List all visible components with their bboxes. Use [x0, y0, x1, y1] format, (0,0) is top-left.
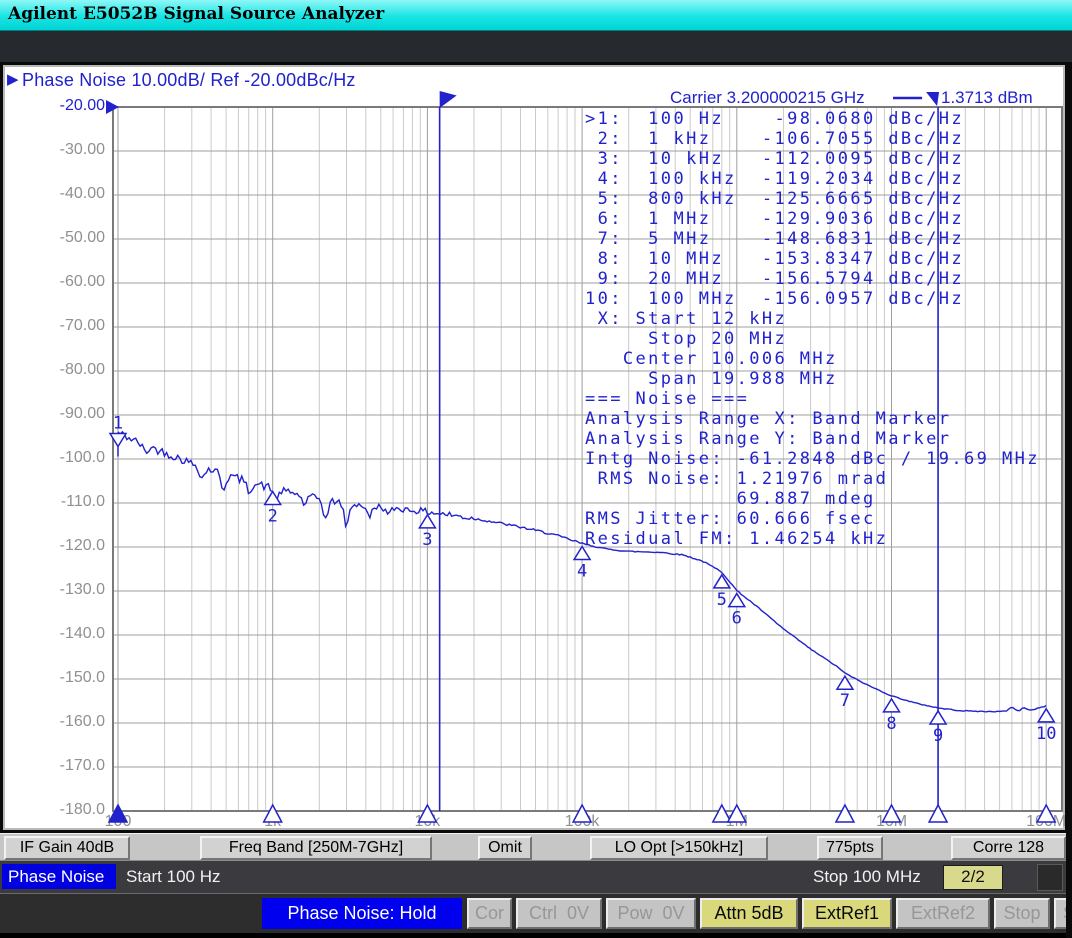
- state-ext-ref-1: ExtRef1: [802, 898, 892, 929]
- x-axis-label: 100M: [1011, 813, 1072, 831]
- menu-strip: [0, 31, 1072, 62]
- y-axis-label: -70.00: [28, 317, 105, 335]
- instrument-screen: Agilent E5052B Signal Source Analyzer ▶ …: [0, 0, 1072, 938]
- analysis-readout-line: Analysis Range Y: Band Marker: [585, 429, 1045, 449]
- analysis-readout-line: RMS Noise: 1.21976 mrad: [585, 469, 1045, 489]
- marker-readout-line: 6: 1 MHz -129.9036 dBc/Hz: [585, 209, 1045, 229]
- state-ext-ref-2: ExtRef2: [896, 898, 990, 929]
- softkey-if-gain[interactable]: IF Gain 40dB: [4, 836, 130, 860]
- y-axis-label: -40.00: [28, 185, 105, 203]
- marker-readout-line: 10: 100 MHz -156.0957 dBc/Hz: [585, 289, 1045, 309]
- marker-readout-line: 2: 1 kHz -106.7055 dBc/Hz: [585, 129, 1045, 149]
- marker-readout-line: >1: 100 Hz -98.0680 dBc/Hz: [585, 109, 1045, 129]
- window-title: Agilent E5052B Signal Source Analyzer: [8, 4, 384, 24]
- state-correction: Cor: [467, 898, 512, 929]
- measurement-mode-badge: Phase Noise: [2, 864, 116, 889]
- state-attenuator: Attn 5dB: [700, 898, 798, 929]
- analysis-readout-line: Center 10.006 MHz: [585, 349, 1045, 369]
- active-trace-arrow-icon: ▶: [7, 70, 19, 88]
- analysis-readout-line: Analysis Range X: Band Marker: [585, 409, 1045, 429]
- page-indicator: 2/2: [943, 865, 1003, 890]
- softkey-row: IF Gain 40dB Freq Band [250M-7GHz] Omit …: [0, 833, 1066, 861]
- softkey-lo-opt[interactable]: LO Opt [>150kHz]: [590, 836, 768, 860]
- analysis-readout-line: 69.887 mdeg: [585, 489, 1045, 509]
- status-corner-box: [1037, 864, 1063, 891]
- y-axis-label: -140.0: [28, 625, 105, 643]
- sweep-start-readout: Start 100 Hz: [126, 867, 221, 887]
- analysis-readout-line: Stop 20 MHz: [585, 329, 1045, 349]
- x-axis-label: 100k: [547, 813, 617, 831]
- x-axis-label: 10k: [392, 813, 462, 831]
- y-axis-label: -160.0: [28, 713, 105, 731]
- softkey-freq-band[interactable]: Freq Band [250M-7GHz]: [200, 836, 432, 860]
- window-title-bar: Agilent E5052B Signal Source Analyzer: [0, 0, 1072, 31]
- marker-readout-block: >1: 100 Hz -98.0680 dBc/Hz 2: 1 kHz -106…: [585, 109, 1045, 549]
- sweep-stop-readout: Stop 100 MHz: [813, 867, 921, 887]
- y-axis-label: -100.0: [28, 449, 105, 467]
- y-axis-label: -60.00: [28, 273, 105, 291]
- analysis-readout-line: Intg Noise: -61.2848 dBc / 19.69 MHz: [585, 449, 1045, 469]
- trace-scale-header: Phase Noise 10.00dB/ Ref -20.00dBc/Hz: [22, 70, 356, 91]
- softkey-omit[interactable]: Omit: [478, 836, 532, 860]
- y-axis-label: -30.00: [28, 141, 105, 159]
- analysis-readout-line: Residual FM: 1.46254 kHz: [585, 529, 1045, 549]
- carrier-power-readout: 1.3713 dBm: [941, 88, 1033, 108]
- y-axis-label: -130.0: [28, 581, 105, 599]
- right-edge: [1066, 62, 1072, 938]
- state-phase-noise-hold: Phase Noise: Hold: [262, 898, 462, 929]
- y-axis-label: -80.00: [28, 361, 105, 379]
- softkey-correlation[interactable]: Corre 128: [951, 836, 1066, 860]
- bottom-edge: [0, 933, 1072, 938]
- y-axis-label: -150.0: [28, 669, 105, 687]
- y-axis-label: -120.0: [28, 537, 105, 555]
- carrier-frequency-readout: Carrier 3.200000215 GHz: [670, 88, 865, 108]
- analysis-readout-line: Span 19.988 MHz: [585, 369, 1045, 389]
- softkey-points[interactable]: 775pts: [817, 836, 883, 860]
- measurement-status-bar: Phase Noise Start 100 Hz Stop 100 MHz 2/…: [0, 860, 1066, 894]
- state-dc-power: Pow 0V: [606, 898, 696, 929]
- marker-readout-line: 8: 10 MHz -153.8347 dBc/Hz: [585, 249, 1045, 269]
- marker-readout-line: 3: 10 kHz -112.0095 dBc/Hz: [585, 149, 1045, 169]
- y-axis-label: -170.0: [28, 757, 105, 775]
- x-axis-label: 1M: [702, 813, 772, 831]
- y-axis-label: -90.00: [28, 405, 105, 423]
- y-axis-label: -110.0: [28, 493, 105, 511]
- analysis-readout-line: RMS Jitter: 60.666 fsec: [585, 509, 1045, 529]
- marker-readout-line: 4: 100 kHz -119.2034 dBc/Hz: [585, 169, 1045, 189]
- analysis-readout-line: === Noise ===: [585, 389, 1045, 409]
- marker-readout-line: 5: 800 kHz -125.6665 dBc/Hz: [585, 189, 1045, 209]
- state-dc-control: Ctrl 0V: [516, 898, 602, 929]
- x-axis-label: 10M: [857, 813, 927, 831]
- state-sweep-stop: Stop: [994, 898, 1050, 929]
- x-axis-label: 1k: [238, 813, 308, 831]
- marker-readout-line: 7: 5 MHz -148.6831 dBc/Hz: [585, 229, 1045, 249]
- instrument-state-bar: Phase Noise: Hold Cor Ctrl 0V Pow 0V Att…: [0, 893, 1066, 934]
- x-axis-label: 100: [83, 813, 153, 831]
- y-axis-label: -50.00: [28, 229, 105, 247]
- y-axis-label: -20.00: [28, 97, 105, 115]
- analysis-readout-line: X: Start 12 kHz: [585, 309, 1045, 329]
- marker-readout-line: 9: 20 MHz -156.5794 dBc/Hz: [585, 269, 1045, 289]
